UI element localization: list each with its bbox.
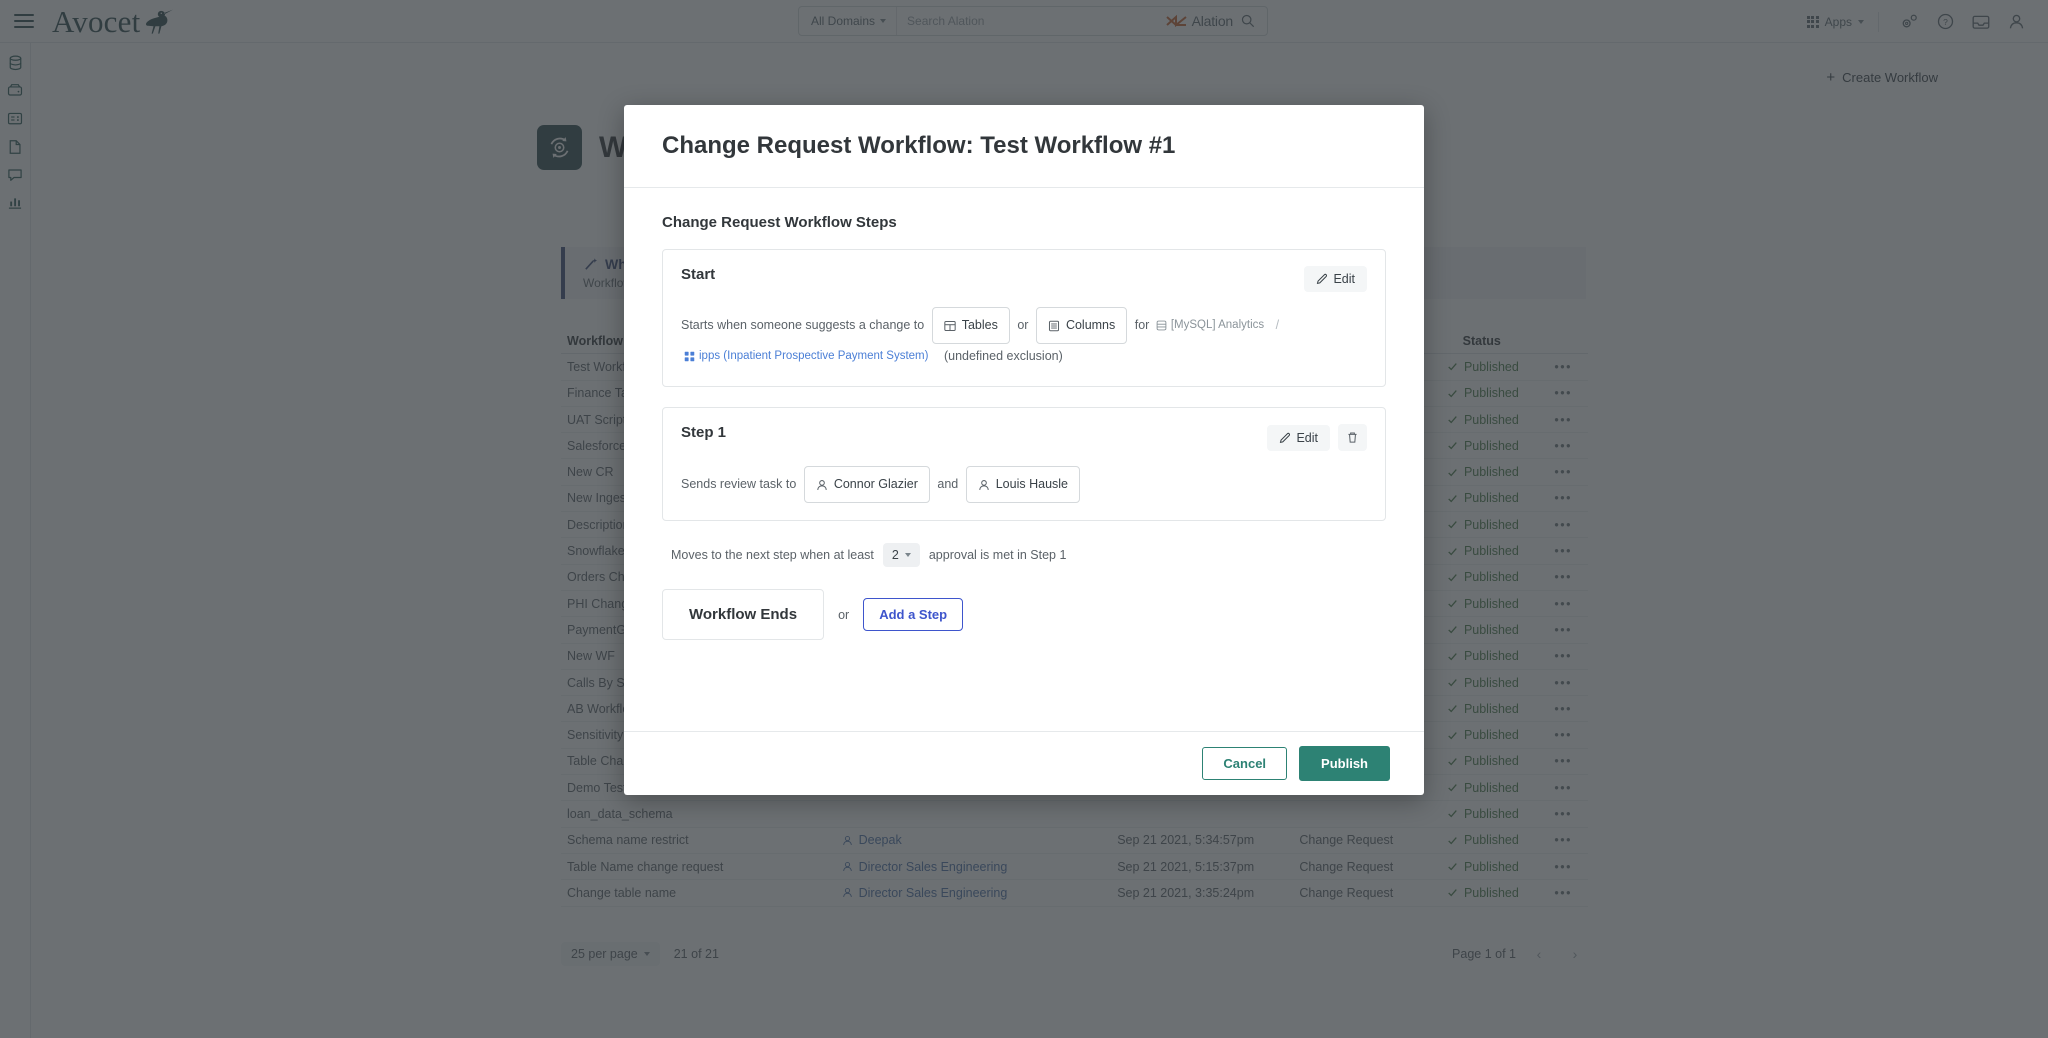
cancel-button[interactable]: Cancel: [1202, 747, 1288, 780]
workflow-ends-box: Workflow Ends: [662, 589, 825, 641]
step-1-card-header: Step 1 Edit: [681, 424, 1367, 452]
steps-section-title: Change Request Workflow Steps: [662, 214, 897, 231]
start-or-text: or: [1017, 318, 1029, 332]
approval-threshold-row: Moves to the next step when at least 2 a…: [671, 543, 1386, 568]
modal-footer: Cancel Publish: [624, 731, 1424, 795]
path-separator: /: [1275, 318, 1280, 332]
person-icon: [978, 479, 989, 490]
add-step-button[interactable]: Add a Step: [863, 598, 964, 632]
schema-icon: [684, 351, 695, 362]
step-1-lead-text: Sends review task to: [681, 477, 797, 492]
chevron-down-icon: [904, 553, 911, 558]
start-description: Starts when someone suggests a change to…: [681, 307, 1367, 369]
step-1-edit-label: Edit: [1296, 430, 1318, 445]
chip-columns[interactable]: Columns: [1035, 307, 1128, 344]
reviewer-chip-2[interactable]: Louis Hausle: [965, 466, 1080, 504]
publish-button[interactable]: Publish: [1299, 746, 1390, 781]
step-1-description: Sends review task to Connor Glazier and: [681, 466, 1367, 504]
start-card-header: Start Edit: [681, 266, 1367, 292]
pencil-icon: [1317, 273, 1328, 284]
table-icon: [944, 320, 956, 331]
start-card-actions: Edit: [1304, 266, 1367, 292]
approval-suffix-text: approval is met in Step 1: [928, 548, 1067, 563]
schema-link[interactable]: ipps (Inpatient Prospective Payment Syst…: [699, 344, 928, 369]
person-icon: [817, 479, 827, 490]
chip-tables-label: Tables: [961, 318, 998, 332]
approval-count-value: 2: [891, 548, 899, 563]
start-lead-text: Starts when someone suggests a change to: [681, 318, 925, 332]
exclusion-note: (undefined exclusion): [943, 349, 1063, 364]
workflow-end-row: Workflow Ends or Add a Step: [662, 589, 1386, 641]
column-icon: [1048, 320, 1059, 331]
datasource-icon: [1156, 320, 1167, 331]
modal-title: Change Request Workflow: Test Workflow #…: [662, 132, 1176, 159]
trash-icon: [1348, 432, 1357, 443]
start-edit-button[interactable]: Edit: [1304, 266, 1367, 292]
schema-reference[interactable]: ipps (Inpatient Prospective Payment Syst…: [684, 344, 928, 369]
reviewer-chip-1[interactable]: Connor Glazier: [803, 466, 930, 504]
change-request-workflow-modal: Change Request Workflow: Test Workflow #…: [624, 105, 1424, 795]
approval-count-select[interactable]: 2: [882, 543, 920, 568]
modal-body: Change Request Workflow Steps Start Edit: [624, 188, 1424, 731]
chip-columns-label: Columns: [1065, 318, 1116, 332]
step-1-delete-button[interactable]: [1338, 424, 1367, 452]
chip-tables[interactable]: Tables: [931, 307, 1010, 344]
start-for-text: for: [1134, 318, 1150, 332]
reviewer-2-name: Louis Hausle: [995, 477, 1068, 492]
modal-header: Change Request Workflow: Test Workflow #…: [624, 105, 1424, 188]
start-edit-label: Edit: [1333, 272, 1355, 286]
start-step-card: Start Edit Starts when someone suggests …: [662, 249, 1386, 388]
ends-or-text: or: [838, 607, 850, 622]
step-1-heading: Step 1: [681, 424, 727, 442]
datasource-reference[interactable]: [MySQL] Analytics: [1156, 313, 1264, 338]
datasource-label: [MySQL] Analytics: [1170, 319, 1265, 331]
step-1-card-actions: Edit: [1267, 424, 1367, 452]
approval-prefix-text: Moves to the next step when at least: [671, 548, 874, 563]
step-1-and-text: and: [937, 477, 959, 492]
reviewer-1-name: Connor Glazier: [833, 477, 918, 492]
step-1-card: Step 1 Edit Sends review task to Connor …: [662, 407, 1386, 522]
step-1-edit-button[interactable]: Edit: [1267, 424, 1330, 451]
pencil-icon: [1280, 432, 1291, 443]
screen-root: Avocet All Domains Alation: [0, 0, 2048, 1038]
start-heading: Start: [681, 266, 716, 283]
